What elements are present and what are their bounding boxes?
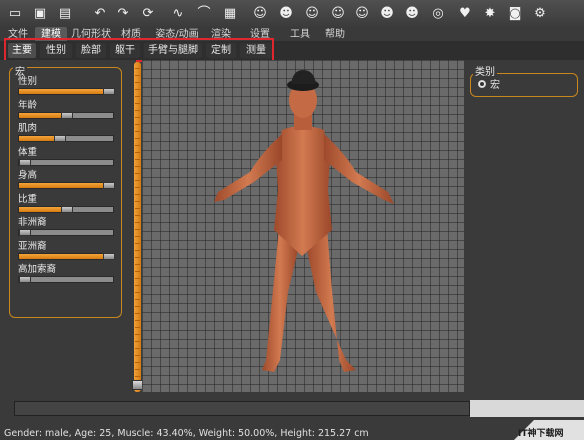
- bottom-right-field[interactable]: [470, 400, 584, 417]
- slider-track[interactable]: [18, 88, 115, 95]
- left-view-icon[interactable]: ☺: [302, 4, 322, 24]
- settings-icon[interactable]: ⚙: [530, 4, 550, 24]
- sub-tabs: 主要 性别 脸部 躯干 手臂与腿脚 定制 测量: [0, 41, 584, 61]
- slider-handle[interactable]: [61, 205, 73, 213]
- slider-row: 亚洲裔: [18, 240, 115, 260]
- wireframe-icon[interactable]: ⌒: [194, 4, 214, 24]
- category-radio-macro[interactable]: 宏: [478, 76, 500, 91]
- slider-label: 比重: [18, 193, 38, 205]
- menu-tab-0[interactable]: 文件: [2, 27, 34, 41]
- menu-tab-3[interactable]: 材质: [116, 27, 146, 41]
- slider-fill: [19, 112, 66, 118]
- subtab-4[interactable]: 手臂与腿脚: [144, 43, 202, 58]
- slider-label: 肌肉: [18, 123, 38, 134]
- slider-track[interactable]: [18, 135, 114, 142]
- slider-track[interactable]: [18, 111, 114, 119]
- subtab-2[interactable]: 脸部: [76, 43, 106, 58]
- head-side-icon[interactable]: ☻: [377, 4, 397, 24]
- vertical-slider-ticks: [135, 68, 140, 386]
- slider-label: 非洲裔: [18, 217, 47, 228]
- subtab-5[interactable]: 定制: [206, 43, 236, 58]
- menu-tab-5[interactable]: 渲染: [205, 27, 237, 41]
- slider-row: 肌肉: [18, 122, 114, 142]
- slider-row: 体重: [18, 146, 114, 166]
- 3d-viewport[interactable]: [142, 60, 464, 400]
- undo-icon[interactable]: ↶: [90, 4, 110, 24]
- menu-tab-4[interactable]: 姿态/动画: [152, 27, 202, 41]
- slider-track[interactable]: [18, 276, 114, 283]
- right-panel: 类别 宏: [464, 60, 584, 400]
- command-input[interactable]: [14, 401, 470, 416]
- front-view-icon[interactable]: ☺: [250, 4, 270, 24]
- pose-icon[interactable]: ✸: [480, 4, 500, 24]
- watermark-text: IT神下载网: [518, 429, 564, 439]
- slider-handle[interactable]: [54, 135, 67, 142]
- radio-label: 宏: [490, 80, 500, 91]
- new-icon[interactable]: ▭: [5, 4, 25, 24]
- screenshot-icon[interactable]: ◙: [505, 4, 525, 24]
- slider-row: 比重: [18, 193, 114, 213]
- bottom-view-icon[interactable]: ♥: [455, 4, 475, 24]
- slider-fill: [19, 206, 66, 212]
- slider-row: 非洲裔: [18, 216, 114, 236]
- slider-track[interactable]: [18, 205, 114, 213]
- main-toolbar: ▭ ▣ ▤ ↶ ↷ ⟳ ∿ ⌒ ▦ ☺ ☻ ☺ ☺ ☺ ☻ ☻ ◎ ♥ ✸ ◙ ⚙: [0, 0, 584, 28]
- head-icon[interactable]: ☺: [352, 4, 372, 24]
- slider-label: 高加索裔: [18, 264, 57, 275]
- slider-handle[interactable]: [103, 182, 115, 189]
- face-icon[interactable]: ☺: [328, 4, 348, 24]
- slider-row: 性别: [18, 75, 115, 95]
- subtab-3[interactable]: 躯干: [110, 43, 140, 58]
- menu-tab-8[interactable]: 帮助: [320, 27, 350, 41]
- human-model: [214, 70, 394, 372]
- head-back-icon[interactable]: ☻: [402, 4, 422, 24]
- slider-label: 性别: [18, 76, 38, 87]
- redo-icon[interactable]: ↷: [113, 4, 133, 24]
- slider-handle[interactable]: [103, 88, 115, 95]
- slider-track[interactable]: [18, 158, 114, 166]
- subtab-1[interactable]: 性别: [40, 43, 72, 58]
- slider-handle[interactable]: [19, 276, 31, 283]
- slider-fill: [19, 89, 113, 94]
- slider-track[interactable]: [18, 182, 115, 189]
- subtab-0[interactable]: 主要: [8, 43, 36, 58]
- slider-fill: [19, 183, 113, 188]
- slider-track[interactable]: [18, 252, 115, 260]
- checker-icon[interactable]: ▦: [220, 4, 240, 24]
- slider-label: 亚洲裔: [18, 240, 47, 252]
- slider-track[interactable]: [18, 229, 114, 236]
- slider-row: 年龄: [18, 99, 114, 119]
- menu-tabs: 文件 建模 几何形状 材质 姿态/动画 渲染 设置 工具 帮助: [0, 27, 584, 41]
- slider-handle[interactable]: [19, 158, 31, 166]
- menu-tab-2[interactable]: 几何形状: [68, 27, 114, 41]
- slider-label: 身高: [18, 170, 38, 181]
- slider-handle[interactable]: [19, 229, 31, 236]
- slider-handle[interactable]: [103, 252, 115, 260]
- slider-row: 高加索裔: [18, 263, 114, 283]
- left-panel: 宏 性别 年龄 肌肉 体重 身高 比重 非洲裔 亚洲裔 高加索裔: [0, 60, 136, 400]
- slider-fill: [19, 253, 113, 259]
- load-icon[interactable]: ▤: [55, 4, 75, 24]
- reset-icon[interactable]: ⟳: [138, 4, 158, 24]
- status-bar-text: Gender: male, Age: 25, Muscle: 43.40%, W…: [4, 428, 369, 439]
- watermark: IT神下载网: [514, 420, 584, 440]
- menu-tab-6[interactable]: 设置: [242, 27, 278, 41]
- slider-label: 年龄: [18, 99, 38, 111]
- radio-button[interactable]: [478, 79, 486, 88]
- smooth-icon[interactable]: ∿: [168, 4, 188, 24]
- save-icon[interactable]: ▣: [30, 4, 50, 24]
- menu-tab-7[interactable]: 工具: [282, 27, 318, 41]
- slider-label: 体重: [18, 146, 38, 158]
- top-view-icon[interactable]: ◎: [428, 4, 448, 24]
- slider-row: 身高: [18, 169, 115, 189]
- slider-handle[interactable]: [61, 111, 73, 119]
- menu-tab-1[interactable]: 建模: [35, 27, 67, 41]
- subtab-6[interactable]: 测量: [240, 43, 272, 58]
- back-view-icon[interactable]: ☻: [276, 4, 296, 24]
